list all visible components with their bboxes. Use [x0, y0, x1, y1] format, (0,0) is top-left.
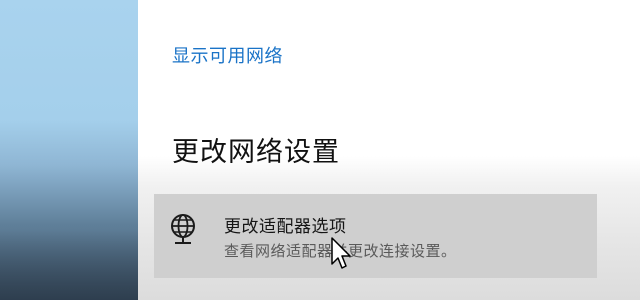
change-adapter-options-title: 更改适配器选项 [224, 217, 347, 237]
change-network-settings-heading: 更改网络设置 [172, 137, 340, 168]
network-settings-panel: 显示可用网络 更改网络设置 更改适配器选项 查看网络适配器并更改连接设置。 [138, 0, 640, 300]
show-available-networks-link[interactable]: 显示可用网络 [172, 42, 283, 68]
change-adapter-options-description: 查看网络适配器并更改连接设置。 [224, 242, 457, 260]
globe-network-icon [169, 212, 199, 248]
desktop-background [0, 0, 138, 300]
settings-window: 显示可用网络 更改网络设置 更改适配器选项 查看网络适配器并更改连接设置。 [0, 0, 640, 300]
change-adapter-options-button[interactable]: 更改适配器选项 查看网络适配器并更改连接设置。 [154, 194, 597, 278]
